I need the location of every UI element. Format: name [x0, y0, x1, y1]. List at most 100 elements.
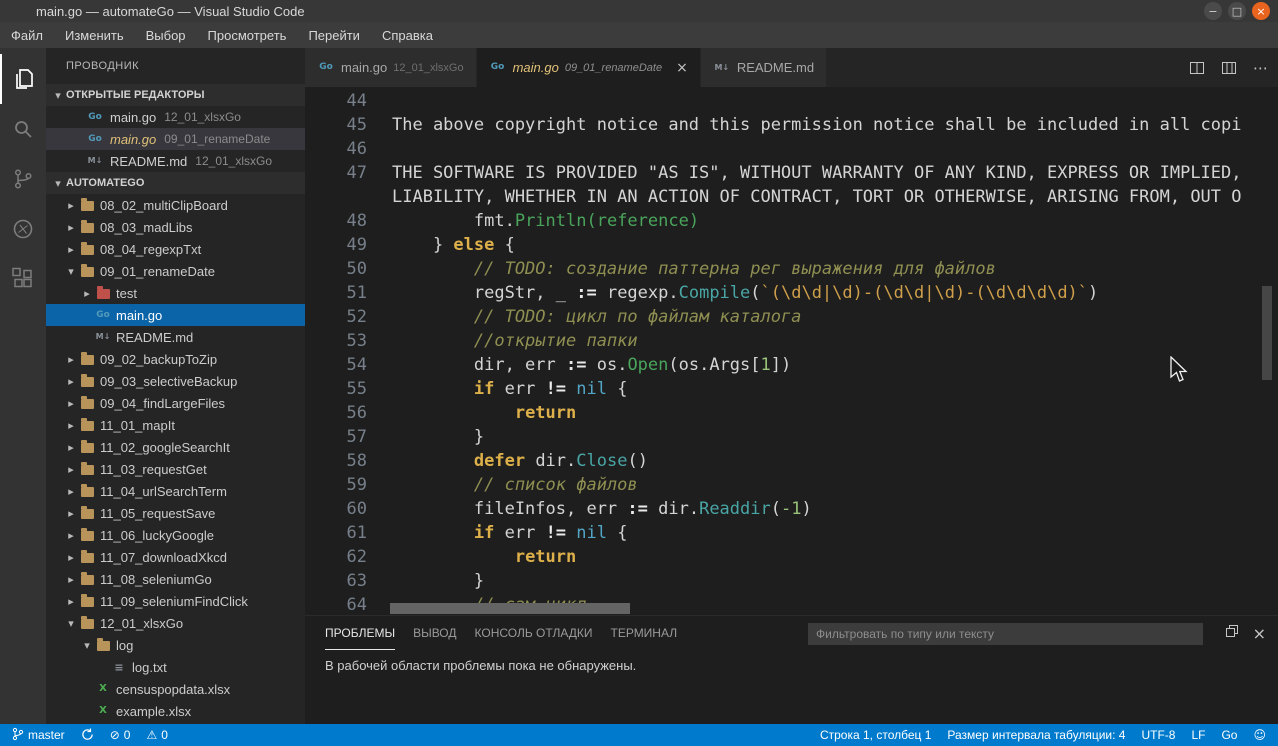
tree-item[interactable]: ▸11_09_seleniumFindClick	[46, 590, 305, 612]
tree-item[interactable]: ▸11_01_mapIt	[46, 414, 305, 436]
panel-tab-output[interactable]: ВЫВОД	[413, 616, 456, 650]
close-button[interactable]: ×	[1252, 2, 1270, 20]
panel-restore-icon[interactable]	[1225, 624, 1239, 643]
chevron-right-icon: ▸	[64, 595, 78, 608]
code-line[interactable]: 50 // TODO: создание паттерна рег выраже…	[305, 257, 1278, 281]
code-line[interactable]: 48 fmt.Println(reference)	[305, 209, 1278, 233]
error-count[interactable]: ⊘0	[102, 724, 139, 746]
debug-icon[interactable]	[0, 204, 46, 254]
close-icon[interactable]: ×	[676, 60, 688, 76]
cursor-position[interactable]: Строка 1, столбец 1	[812, 724, 939, 746]
editor-tab[interactable]: Gomain.go09_01_renameDate×	[477, 48, 701, 87]
horizontal-scrollbar[interactable]	[390, 603, 630, 614]
tab-title: README.md	[737, 60, 814, 75]
code-line[interactable]: 47THE SOFTWARE IS PROVIDED "AS IS", WITH…	[305, 161, 1278, 185]
sync-button[interactable]	[73, 724, 102, 746]
chevron-right-icon: ▸	[64, 551, 78, 564]
code-line[interactable]: 61 if err != nil {	[305, 521, 1278, 545]
tree-item[interactable]: Xexample.xlsx	[46, 700, 305, 722]
source-control-icon[interactable]	[0, 154, 46, 204]
vertical-scrollbar[interactable]	[1262, 286, 1272, 380]
tree-item[interactable]: ▾09_01_renameDate	[46, 260, 305, 282]
git-branch-status[interactable]: master	[4, 724, 73, 746]
panel-close-icon[interactable]: ×	[1253, 624, 1266, 643]
title-bar[interactable]: main.go — automateGo — Visual Studio Cod…	[0, 0, 1278, 22]
problems-filter-input[interactable]	[808, 623, 1203, 645]
code-line[interactable]: LIABILITY, WHETHER IN AN ACTION OF CONTR…	[305, 185, 1278, 209]
code-line[interactable]: 45The above copyright notice and this pe…	[305, 113, 1278, 137]
menu-help[interactable]: Справка	[371, 22, 444, 48]
open-editor-item[interactable]: M↓README.md12_01_xlsxGo	[46, 150, 305, 172]
tree-item[interactable]: M↓README.md	[46, 326, 305, 348]
code-line[interactable]: 56 return	[305, 401, 1278, 425]
panel-tab-debug-console[interactable]: КОНСОЛЬ ОТЛАДКИ	[475, 616, 593, 650]
tree-item[interactable]: ≡log.txt	[46, 656, 305, 678]
language-mode[interactable]: Go	[1213, 724, 1245, 746]
code-line[interactable]: 49 } else {	[305, 233, 1278, 257]
code-line[interactable]: 44	[305, 89, 1278, 113]
code-line[interactable]: 59 // список файлов	[305, 473, 1278, 497]
extensions-icon[interactable]	[0, 254, 46, 304]
open-editor-item[interactable]: Gomain.go12_01_xlsxGo	[46, 106, 305, 128]
explorer-icon[interactable]	[0, 54, 46, 104]
tree-item[interactable]: ▸09_03_selectiveBackup	[46, 370, 305, 392]
go-icon: Go	[86, 109, 104, 125]
encoding[interactable]: UTF-8	[1133, 724, 1183, 746]
eol[interactable]: LF	[1183, 724, 1213, 746]
chevron-right-icon: ▸	[64, 573, 78, 586]
more-actions-icon[interactable]: ⋯	[1253, 59, 1268, 77]
code-line[interactable]: 52 // TODO: цикл по файлам каталога	[305, 305, 1278, 329]
tree-item[interactable]: ▸09_04_findLargeFiles	[46, 392, 305, 414]
open-editor-item[interactable]: Gomain.go09_01_renameDate	[46, 128, 305, 150]
chevron-right-icon: ▸	[64, 441, 78, 454]
tree-item[interactable]: ▾12_01_xlsxGo	[46, 612, 305, 634]
code-line[interactable]: 55 if err != nil {	[305, 377, 1278, 401]
tree-item[interactable]: ▸08_02_multiClipBoard	[46, 194, 305, 216]
code-line[interactable]: 60 fileInfos, err := dir.Readdir(-1)	[305, 497, 1278, 521]
tree-item[interactable]: ▸11_03_requestGet	[46, 458, 305, 480]
tree-item[interactable]: ▸11_06_luckyGoogle	[46, 524, 305, 546]
menu-file[interactable]: Файл	[0, 22, 54, 48]
panel-tab-terminal[interactable]: ТЕРМИНАЛ	[610, 616, 677, 650]
tree-item[interactable]: Xcensuspopdata.xlsx	[46, 678, 305, 700]
tree-item[interactable]: ▾log	[46, 634, 305, 656]
tree-item[interactable]: ▸09_02_backupToZip	[46, 348, 305, 370]
open-editors-header[interactable]: ▾ ОТКРЫТЫЕ РЕДАКТОРЫ	[46, 84, 305, 106]
code-line[interactable]: 63 }	[305, 569, 1278, 593]
tree-item[interactable]: ▸11_07_downloadXkcd	[46, 546, 305, 568]
tree-item[interactable]: ▸08_04_regexpTxt	[46, 238, 305, 260]
tree-item-label: log.txt	[132, 660, 167, 675]
feedback[interactable]: ☺	[1245, 724, 1274, 746]
minimize-button[interactable]: −	[1204, 2, 1222, 20]
maximize-button[interactable]: □	[1228, 2, 1246, 20]
menu-edit[interactable]: Изменить	[54, 22, 135, 48]
code-line[interactable]: 53 //открытие папки	[305, 329, 1278, 353]
code-line[interactable]: 46	[305, 137, 1278, 161]
layout-icon[interactable]	[1221, 60, 1237, 76]
warning-count[interactable]: ⚠0	[138, 724, 175, 746]
tree-item[interactable]: ▸11_02_googleSearchIt	[46, 436, 305, 458]
code-line[interactable]: 54 dir, err := os.Open(os.Args[1])	[305, 353, 1278, 377]
tree-item[interactable]: ▸11_05_requestSave	[46, 502, 305, 524]
menu-view[interactable]: Просмотреть	[197, 22, 298, 48]
code-editor[interactable]: 4445The above copyright notice and this …	[305, 87, 1278, 615]
tab-size[interactable]: Размер интервала табуляции: 4	[939, 724, 1133, 746]
tree-item[interactable]: Gomain.go	[46, 304, 305, 326]
editor-tab[interactable]: M↓README.md	[701, 48, 827, 87]
menu-go[interactable]: Перейти	[297, 22, 371, 48]
panel-tab-problems[interactable]: ПРОБЛЕМЫ	[325, 616, 395, 650]
code-line[interactable]: 51 regStr, _ := regexp.Compile(`(\d\d|\d…	[305, 281, 1278, 305]
project-header[interactable]: ▾ AUTOMATEGO	[46, 172, 305, 194]
menu-selection[interactable]: Выбор	[135, 22, 197, 48]
go-icon: Go	[317, 60, 335, 76]
code-line[interactable]: 58 defer dir.Close()	[305, 449, 1278, 473]
tree-item[interactable]: ▸11_08_seleniumGo	[46, 568, 305, 590]
code-line[interactable]: 57 }	[305, 425, 1278, 449]
tree-item[interactable]: ▸11_04_urlSearchTerm	[46, 480, 305, 502]
tree-item[interactable]: ▸test	[46, 282, 305, 304]
split-editor-icon[interactable]	[1189, 60, 1205, 76]
code-line[interactable]: 62 return	[305, 545, 1278, 569]
tree-item[interactable]: ▸08_03_madLibs	[46, 216, 305, 238]
editor-tab[interactable]: Gomain.go12_01_xlsxGo	[305, 48, 477, 87]
search-icon[interactable]	[0, 104, 46, 154]
